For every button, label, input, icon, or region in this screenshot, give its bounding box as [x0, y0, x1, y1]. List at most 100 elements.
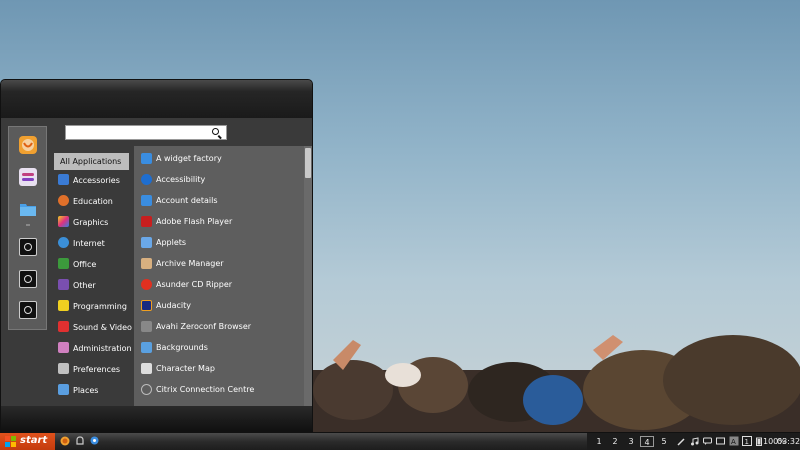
menu-footer: [1, 406, 312, 431]
battery-icon[interactable]: [756, 437, 762, 446]
display-icon[interactable]: [716, 437, 725, 446]
app-item[interactable]: A widget factory: [138, 153, 304, 174]
category-label: Office: [73, 260, 97, 269]
app-item[interactable]: Applets: [138, 237, 304, 258]
character-map-icon: [141, 363, 152, 374]
backgrounds-icon: [141, 342, 152, 353]
application-menu: All Applications Accessories Education G…: [0, 79, 313, 432]
music-icon[interactable]: [690, 437, 699, 446]
preferences-icon: [58, 363, 69, 374]
category-places[interactable]: Places: [54, 383, 129, 404]
terminal-icon[interactable]: [19, 238, 37, 256]
app-item[interactable]: Asunder CD Ripper: [138, 279, 304, 300]
app-label: Avahi Zeroconf Browser: [156, 322, 252, 331]
system-tray: 1 2 3 4 5 A 1 100%: [587, 433, 800, 450]
programming-icon: [58, 300, 69, 311]
app-item[interactable]: Accessibility: [138, 174, 304, 195]
chat-icon[interactable]: [703, 437, 712, 446]
graphics-icon: [58, 216, 69, 227]
app-label: Backgrounds: [156, 343, 208, 352]
category-programming[interactable]: Programming: [54, 299, 129, 320]
app-label: Audacity: [156, 301, 192, 310]
category-all-applications[interactable]: All Applications: [54, 153, 129, 170]
category-graphics[interactable]: Graphics: [54, 215, 129, 236]
category-label: Education: [73, 197, 113, 206]
app-label: Accessibility: [156, 175, 206, 184]
search-input[interactable]: [65, 125, 227, 140]
start-button[interactable]: start: [0, 433, 55, 450]
audacity-icon: [141, 300, 152, 311]
workspace-1[interactable]: 1: [592, 436, 606, 447]
office-icon: [58, 258, 69, 269]
keyboard-layout-icon[interactable]: A: [729, 436, 739, 446]
category-label: Sound & Video: [73, 323, 132, 332]
quick-launch-bell-icon[interactable]: [76, 436, 84, 446]
app-item[interactable]: Backgrounds: [138, 342, 304, 363]
app-item[interactable]: Avahi Zeroconf Browser: [138, 321, 304, 342]
svg-text:A: A: [731, 438, 736, 446]
category-sound-video[interactable]: Sound & Video: [54, 320, 132, 341]
places-icon: [58, 384, 69, 395]
app-label: Account details: [156, 196, 218, 205]
app-item[interactable]: Archive Manager: [138, 258, 304, 279]
settings-icon[interactable]: [19, 168, 37, 186]
category-list: All Applications Accessories Education G…: [54, 153, 132, 404]
svg-text:1: 1: [745, 438, 749, 446]
app-item[interactable]: Citrix Connection Centre: [138, 384, 304, 405]
clock[interactable]: 03:32: [777, 437, 800, 446]
app-item[interactable]: Adobe Flash Player: [138, 216, 304, 237]
firefox-icon[interactable]: [19, 136, 37, 154]
quick-launch-firefox-icon[interactable]: [60, 436, 70, 446]
app-item[interactable]: Audacity: [138, 300, 304, 321]
accessibility-icon: [141, 174, 152, 185]
category-accessories[interactable]: Accessories: [54, 173, 129, 194]
applications-panel: A widget factory Accessibility Account d…: [134, 146, 312, 407]
keyboard-icon[interactable]: 1: [742, 436, 752, 446]
category-label: Preferences: [73, 365, 121, 374]
start-label: start: [20, 435, 48, 446]
app-label: Asunder CD Ripper: [156, 280, 233, 289]
search-icon: [212, 128, 219, 135]
category-other[interactable]: Other: [54, 278, 129, 299]
avahi-icon: [141, 321, 152, 332]
app-item[interactable]: Account details: [138, 195, 304, 216]
category-label: Other: [73, 281, 96, 290]
windows-logo-icon: [5, 436, 16, 447]
workspace-3[interactable]: 3: [624, 436, 638, 447]
pen-icon[interactable]: [677, 437, 686, 446]
workspace-5[interactable]: 5: [657, 436, 671, 447]
category-preferences[interactable]: Preferences: [54, 362, 129, 383]
app-label: Character Map: [156, 364, 215, 373]
terminal-icon[interactable]: [19, 270, 37, 288]
account-details-icon: [141, 195, 152, 206]
crowd-photo: [313, 335, 800, 432]
scrollbar-thumb[interactable]: [305, 148, 311, 178]
category-label: Internet: [73, 239, 105, 248]
application-list: A widget factory Accessibility Account d…: [138, 153, 304, 405]
workspace-2[interactable]: 2: [608, 436, 622, 447]
quick-launch-app-icon[interactable]: [90, 436, 99, 445]
applets-icon: [141, 237, 152, 248]
category-label: Accessories: [73, 176, 120, 185]
archive-manager-icon: [141, 258, 152, 269]
sound-video-icon: [58, 321, 69, 332]
app-item[interactable]: Character Map: [138, 363, 304, 384]
citrix-icon: [141, 384, 152, 395]
app-label: Applets: [156, 238, 187, 247]
app-label: Adobe Flash Player: [156, 217, 233, 226]
menu-header: [1, 80, 312, 118]
terminal-icon[interactable]: [19, 301, 37, 319]
category-label: Administration: [73, 344, 132, 353]
app-label: Citrix Connection Centre: [156, 385, 255, 394]
workspace-4[interactable]: 4: [640, 436, 654, 447]
category-office[interactable]: Office: [54, 257, 129, 278]
category-label: Programming: [73, 302, 127, 311]
scrollbar[interactable]: [304, 146, 312, 407]
cd-ripper-icon: [141, 279, 152, 290]
folder-icon[interactable]: [19, 200, 37, 218]
category-education[interactable]: Education: [54, 194, 129, 215]
category-label: Places: [73, 386, 99, 395]
category-internet[interactable]: Internet: [54, 236, 129, 257]
internet-icon: [58, 237, 69, 248]
category-administration[interactable]: Administration: [54, 341, 132, 362]
